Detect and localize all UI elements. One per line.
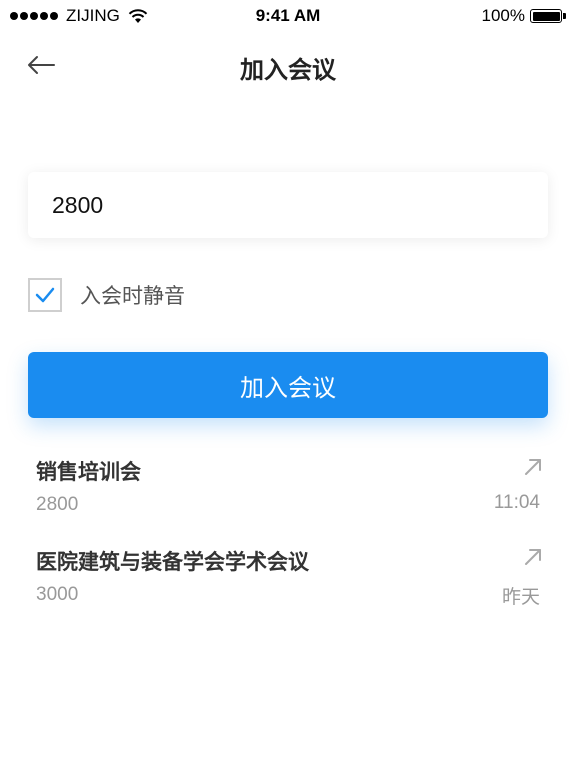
battery-percentage: 100% <box>481 6 525 25</box>
navigation-bar: 加入会议 <box>0 32 576 98</box>
battery-icon <box>530 9 562 23</box>
recent-meeting-item[interactable]: 医院建筑与装备学会学术会议 3000 昨天 <box>0 530 576 620</box>
meeting-number-field-container <box>28 172 548 238</box>
arrow-up-right-icon[interactable] <box>524 458 542 476</box>
meeting-time: 昨天 <box>501 587 540 608</box>
mute-on-join-checkbox[interactable] <box>28 278 62 312</box>
join-meeting-button[interactable]: 加入会议 <box>28 352 548 418</box>
meeting-number-input[interactable] <box>28 172 548 238</box>
checkmark-icon <box>35 287 55 303</box>
meeting-name: 销售培训会 <box>36 461 141 484</box>
battery-cap <box>563 13 566 19</box>
status-bar: ZIJING 9:41 AM 100% <box>0 0 576 32</box>
mute-on-join-label: 入会时静音 <box>80 285 185 308</box>
join-meeting-screen: ZIJING 9:41 AM 100% 加入会议 2800 入会时静音 加入会议… <box>0 0 576 768</box>
page-title: 加入会议 <box>240 57 336 84</box>
mute-on-join-option[interactable]: 入会时静音 <box>28 278 185 312</box>
arrow-up-right-icon[interactable] <box>524 548 542 566</box>
recent-meeting-item[interactable]: 销售培训会 2800 11:04 <box>0 440 576 530</box>
battery-fill <box>532 11 560 21</box>
recent-meetings-list: 销售培训会 2800 11:04 医院建筑与装备学会学术会议 3000 昨天 <box>0 440 576 620</box>
meeting-number: 2800 <box>36 494 79 515</box>
meeting-number: 3000 <box>36 584 79 605</box>
meeting-time: 11:04 <box>493 492 540 513</box>
status-right: 100% <box>482 6 566 26</box>
meeting-name: 医院建筑与装备学会学术会议 <box>36 551 309 574</box>
